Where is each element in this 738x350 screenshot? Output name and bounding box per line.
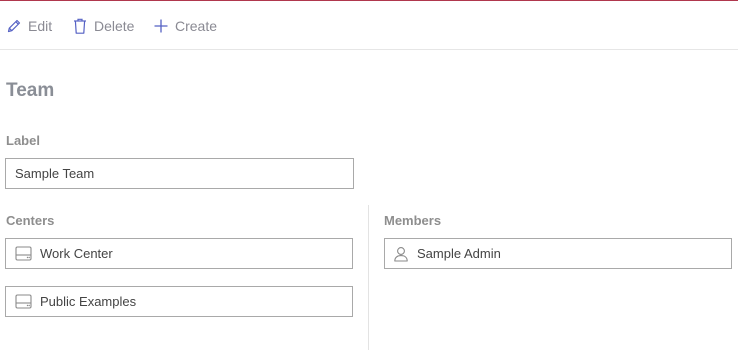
toolbar: Edit Delete Create: [0, 1, 738, 50]
pencil-icon: [6, 18, 22, 34]
center-item-public-examples[interactable]: Public Examples: [5, 286, 353, 317]
members-label: Members: [384, 213, 442, 228]
center-item-label: Work Center: [40, 246, 113, 261]
center-item-label: Public Examples: [40, 294, 137, 309]
edit-button-label: Edit: [28, 18, 53, 34]
label-input[interactable]: [5, 158, 354, 189]
member-item-sample-admin[interactable]: Sample Admin: [384, 238, 732, 269]
delete-button-label: Delete: [94, 18, 135, 34]
user-icon: [393, 246, 409, 262]
centers-label: Centers: [6, 213, 55, 228]
center-icon: [15, 246, 32, 261]
delete-button[interactable]: Delete: [72, 15, 134, 37]
page-title: Team: [6, 80, 55, 101]
center-icon: [15, 294, 32, 309]
plus-icon: [153, 18, 169, 34]
center-item-work-center[interactable]: Work Center: [5, 238, 353, 269]
create-button[interactable]: Create: [153, 15, 217, 37]
member-item-label: Sample Admin: [417, 246, 501, 261]
label-field-label: Label: [6, 133, 40, 148]
column-divider: [368, 205, 369, 350]
edit-button[interactable]: Edit: [6, 15, 52, 37]
create-button-label: Create: [175, 18, 218, 34]
trash-icon: [72, 17, 88, 35]
